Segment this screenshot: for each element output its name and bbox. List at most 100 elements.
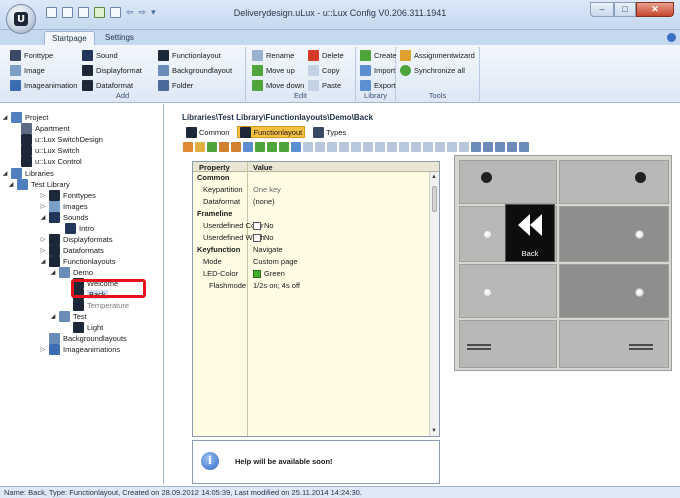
move-down-button[interactable]: Move down bbox=[252, 80, 304, 91]
property-dataformat[interactable]: Dataformat (none) bbox=[193, 196, 429, 207]
add-functionlayout-button[interactable]: Functionlayout bbox=[158, 50, 232, 61]
add-sound-button[interactable]: Sound bbox=[82, 50, 142, 61]
help-icon[interactable] bbox=[667, 33, 676, 42]
subtab-functionlayout[interactable]: Functionlayout bbox=[237, 126, 306, 138]
tool-icon[interactable] bbox=[387, 142, 397, 152]
back-key-preview[interactable]: Back bbox=[505, 204, 555, 262]
tool-icon[interactable] bbox=[231, 142, 241, 152]
tool-icon[interactable] bbox=[507, 142, 517, 152]
property-led-color[interactable]: LED-Color Green bbox=[193, 268, 429, 279]
expand-arrow-icon[interactable]: ▷ bbox=[40, 192, 46, 199]
tree-item-fonttypes[interactable]: ▷ Fonttypes bbox=[40, 190, 96, 201]
tool-icon[interactable] bbox=[519, 142, 529, 152]
tree-item-light[interactable]: Light bbox=[64, 322, 103, 333]
property-mode[interactable]: Mode Custom page bbox=[193, 256, 429, 267]
add-image-button[interactable]: Image bbox=[10, 65, 77, 76]
tree-item-dataformats[interactable]: ▷ Dataformats bbox=[40, 245, 104, 256]
tree-item-switchdesign[interactable]: u::Lux SwitchDesign bbox=[12, 134, 103, 145]
tool-icon[interactable] bbox=[351, 142, 361, 152]
tool-icon[interactable] bbox=[183, 142, 193, 152]
tree-item-control[interactable]: u::Lux Control bbox=[12, 156, 82, 167]
property-grid-scrollbar[interactable]: ▲ ▼ bbox=[429, 172, 439, 436]
tool-icon[interactable] bbox=[459, 142, 469, 152]
property-keypartition[interactable]: Keypartition One key bbox=[193, 184, 429, 195]
subtab-types[interactable]: Types bbox=[311, 126, 348, 138]
tool-icon[interactable] bbox=[303, 142, 313, 152]
tree-item-project[interactable]: ◢ Project bbox=[2, 112, 48, 123]
application-menu-button[interactable]: U bbox=[6, 4, 36, 34]
expand-arrow-icon[interactable]: ▷ bbox=[40, 346, 46, 353]
tree-item-intro[interactable]: Intro bbox=[56, 223, 94, 234]
tool-icon[interactable] bbox=[279, 142, 289, 152]
tree-item-images[interactable]: ▷ Images bbox=[40, 201, 88, 212]
preview-key-low-right[interactable] bbox=[559, 264, 669, 318]
tree-item-test[interactable]: ◢ Test bbox=[50, 311, 87, 322]
property-userdefined-color[interactable]: Userdefined Color No bbox=[193, 220, 429, 231]
tool-icon[interactable] bbox=[435, 142, 445, 152]
tree-item-imageanimations[interactable]: ▷ Imageanimations bbox=[40, 344, 120, 355]
tab-startpage[interactable]: Startpage bbox=[44, 31, 95, 45]
assignmentwizard-button[interactable]: Assignmentwizard bbox=[400, 50, 475, 61]
tool-icon[interactable] bbox=[195, 142, 205, 152]
close-button[interactable]: ✕ bbox=[636, 2, 674, 17]
subtab-common[interactable]: Common bbox=[184, 126, 231, 138]
collapse-arrow-icon[interactable]: ◢ bbox=[40, 214, 46, 221]
tree-item-testlibrary[interactable]: ◢ Test Library bbox=[8, 179, 70, 190]
collapse-arrow-icon[interactable]: ◢ bbox=[2, 114, 8, 121]
property-keyfunction[interactable]: Keyfunction Navigate bbox=[193, 244, 429, 255]
tool-icon[interactable] bbox=[315, 142, 325, 152]
tool-icon[interactable] bbox=[327, 142, 337, 152]
preview-key-low-left[interactable] bbox=[459, 264, 557, 318]
collapse-arrow-icon[interactable]: ◢ bbox=[50, 313, 56, 320]
tree-item-displayformats[interactable]: ▷ Displayformats bbox=[40, 234, 113, 245]
create-button[interactable]: Create bbox=[360, 50, 397, 61]
collapse-arrow-icon[interactable]: ◢ bbox=[40, 258, 46, 265]
move-up-button[interactable]: Move up bbox=[252, 65, 304, 76]
import-button[interactable]: Import bbox=[360, 65, 397, 76]
tool-icon[interactable] bbox=[411, 142, 421, 152]
tool-icon[interactable] bbox=[483, 142, 493, 152]
tree-item-libraries[interactable]: ◢ Libraries bbox=[2, 168, 54, 179]
checkbox[interactable] bbox=[253, 233, 261, 242]
expand-arrow-icon[interactable]: ▷ bbox=[40, 236, 46, 243]
add-backgroundlayout-button[interactable]: Backgroundlayout bbox=[158, 65, 232, 76]
copy-button[interactable]: Copy bbox=[308, 65, 344, 76]
tool-icon[interactable] bbox=[219, 142, 229, 152]
tool-icon[interactable] bbox=[207, 142, 217, 152]
add-fonttype-button[interactable]: Fonttype bbox=[10, 50, 77, 61]
rename-button[interactable]: Rename bbox=[252, 50, 304, 61]
tool-icon[interactable] bbox=[243, 142, 253, 152]
scroll-down-icon[interactable]: ▼ bbox=[431, 428, 437, 434]
property-userdefined-width[interactable]: Userdefined Width No bbox=[193, 232, 429, 243]
delete-button[interactable]: Delete bbox=[308, 50, 344, 61]
tab-settings[interactable]: Settings bbox=[98, 31, 141, 45]
tool-icon[interactable] bbox=[375, 142, 385, 152]
scroll-thumb[interactable] bbox=[432, 186, 437, 212]
tree-item-switch[interactable]: u::Lux Switch bbox=[12, 145, 80, 156]
tool-icon[interactable] bbox=[255, 142, 265, 152]
preview-key-top-left[interactable] bbox=[459, 160, 557, 204]
tool-icon[interactable] bbox=[291, 142, 301, 152]
tool-icon[interactable] bbox=[471, 142, 481, 152]
tree-item-functionlayouts[interactable]: ◢ Functionlayouts bbox=[40, 256, 116, 267]
collapse-arrow-icon[interactable]: ◢ bbox=[2, 170, 8, 177]
collapse-arrow-icon[interactable]: ◢ bbox=[8, 181, 14, 188]
export-button[interactable]: Export bbox=[360, 80, 397, 91]
add-folder-button[interactable]: Folder bbox=[158, 80, 232, 91]
tool-icon[interactable] bbox=[447, 142, 457, 152]
tool-icon[interactable] bbox=[267, 142, 277, 152]
tree-item-backgroundlayouts[interactable]: Backgroundlayouts bbox=[40, 333, 127, 344]
maximize-button[interactable]: □ bbox=[614, 2, 636, 17]
property-flashmode[interactable]: Flashmode 1/2s on; 4s off bbox=[193, 280, 429, 291]
tree-item-temperature[interactable]: Temperature bbox=[64, 300, 129, 311]
property-grid[interactable]: Property Value Common Keypartition One ke… bbox=[192, 161, 440, 437]
preview-key-top-right[interactable] bbox=[559, 160, 669, 204]
tree-item-apartment[interactable]: Apartment bbox=[12, 123, 70, 134]
paste-button[interactable]: Paste bbox=[308, 80, 344, 91]
add-displayformat-button[interactable]: Displayformat bbox=[82, 65, 142, 76]
preview-key-mid-right[interactable] bbox=[559, 206, 669, 262]
tool-icon[interactable] bbox=[423, 142, 433, 152]
tool-icon[interactable] bbox=[495, 142, 505, 152]
tool-icon[interactable] bbox=[339, 142, 349, 152]
minimize-button[interactable]: – bbox=[590, 2, 614, 17]
